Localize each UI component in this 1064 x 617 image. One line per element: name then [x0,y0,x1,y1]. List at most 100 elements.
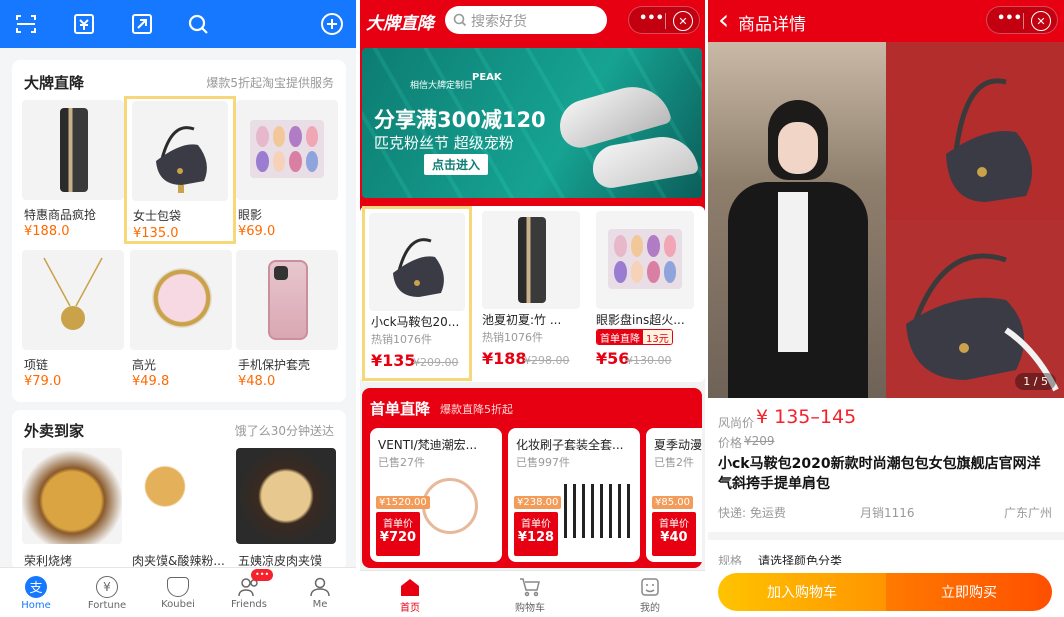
top-bar [0,0,356,48]
product-detail-screen: ‹ 商品详情 ••• ✕ 1 / 5 风尚价 ¥ 135–145 价格 ¥209… [708,0,1064,617]
coat-image [482,211,580,309]
product-price: ¥49.8 [132,374,170,389]
first-price-badge: 首单价 ¥40 [652,512,696,556]
price-range: ¥ 135–145 [756,406,857,428]
product-card[interactable]: 池夏初夏:竹 ... 热销1076件 ¥188 ¥298.00 [478,209,586,379]
banner-brand-text: 相信大牌定制日 [410,81,474,91]
noodles-image [22,448,122,544]
travel-icon[interactable] [128,10,156,38]
product-name: 手机保护套壳 [238,358,311,372]
action-bar: 加入购物车 立即购买 [708,565,1064,617]
search-icon[interactable] [184,10,212,38]
brand-deals-card: 大牌直降 爆款5折起淘宝提供服务 特惠商品疯抢 ¥188.0 女士包袋 ¥135… [12,60,346,402]
badge-price: ¥128 [517,530,555,545]
model-photo [708,42,886,398]
first-order-tag: 首单直降 13元 [596,329,673,345]
original-price: ¥85.00 [652,496,693,509]
detail-header: ‹ 商品详情 ••• ✕ [708,0,1064,42]
buy-now-button[interactable]: 立即购买 [886,573,1052,611]
product-tile[interactable]: 项链 ¥79.0 [22,250,124,389]
more-icon[interactable]: ••• [997,11,1022,26]
close-icon[interactable]: ✕ [1031,11,1051,31]
tag-value: 13元 [643,330,672,344]
badge-label: 首单价 [521,519,551,530]
tab-label: Koubei [161,598,195,610]
product-tile[interactable]: 特惠商品疯抢 ¥188.0 [22,100,124,239]
add-icon[interactable] [318,10,346,38]
banner-cta-button[interactable]: 点击进入 [424,154,489,175]
back-icon[interactable]: ‹ [718,2,729,38]
page-logo: 大牌直降 [366,14,434,34]
brand-deals-screen: 大牌直降 搜索好货 ••• ✕ 相信大牌定制日 PEAK 分享满300减120 … [360,0,705,617]
eyeshadow-image [236,100,338,200]
original-price: ¥1520.00 [376,496,430,509]
product-card[interactable]: 眼影盘ins超火... 首单直降 13元 ¥56 ¥130.00 [592,209,702,379]
product-price: ¥69.0 [238,224,276,239]
close-icon[interactable]: ✕ [673,11,693,31]
tab-label: Fortune [87,599,127,611]
product-card-highlighted[interactable]: 小ck马鞍包20... 热销1076件 ¥135 ¥209.00 [362,206,472,381]
section-subtitle: 爆款直降5折起 [440,403,513,416]
product-price: ¥56 [596,349,630,368]
restaurant-tile[interactable]: 肉夹馍&酸辣粉... [130,448,232,568]
sold-count: 热销1076件 [482,331,543,344]
promo-banner[interactable]: 相信大牌定制日 PEAK 分享满300减120 匹克粉丝节 超级宠粉 点击进入 [362,48,702,198]
original-price: ¥298.00 [524,354,570,367]
first-price-badge: 首单价 ¥128 [514,512,558,556]
tab-label: Home [21,599,51,611]
scan-icon[interactable] [12,10,40,38]
tab-cart[interactable]: 购物车 [502,573,558,617]
tab-label: Friends [231,598,267,610]
sold-count: 热销1076件 [371,333,432,346]
tab-label: Me [312,598,328,610]
original-price: ¥130.00 [626,354,672,367]
handbag-image [132,101,228,201]
pay-code-icon[interactable] [70,10,98,38]
deal-card[interactable]: VENTI/梵迪潮宏... 已售27件 ¥1520.00 首单价 ¥720 [370,428,502,562]
section-title: 大牌直降 [24,74,85,92]
product-name: 高光 [132,358,157,372]
sold-count: 已售997件 [516,456,570,469]
deal-card[interactable]: 化妆刷子套装全套... 已售997件 ¥238.00 首单价 ¥128 [508,428,640,562]
tab-mine[interactable]: 我的 [622,573,678,617]
original-price-label: 价格 [718,436,743,450]
original-price: ¥238.00 [514,496,562,509]
section-title: 外卖到家 [24,422,85,440]
tab-home[interactable]: 首页 [382,573,438,617]
ship-location: 广东广州 [1003,506,1052,520]
brush-set-image [564,484,634,538]
phone-case-image [236,250,338,350]
more-icon[interactable]: ••• [639,11,664,26]
product-tile[interactable]: 眼影 ¥69.0 [236,100,338,239]
product-tile[interactable]: 高光 ¥49.8 [130,250,232,389]
badge-price: ¥720 [379,530,417,545]
product-name: 项链 [24,358,49,372]
highlighter-image [130,250,232,350]
product-title: 小ck马鞍包2020新款时尚潮包包女包旗舰店官网洋气斜挎手提单肩包 [718,456,1041,492]
capsule-menu: ••• ✕ [986,6,1058,34]
product-tile[interactable]: 手机保护套壳 ¥48.0 [236,250,338,389]
food-delivery-card: 外卖到家 饿了么30分钟送达 荣利烧烤 肉夹馍&酸辣粉... 五姨凉皮肉夹馍 [12,410,346,570]
restaurant-tile[interactable]: 荣利烧烤 [22,448,124,568]
tab-fortune[interactable]: ¥ Fortune [81,568,133,617]
product-name: 眼影 [238,208,263,222]
product-tile-highlighted[interactable]: 女士包袋 ¥135.0 [124,96,236,244]
add-to-cart-button[interactable]: 加入购物车 [718,573,886,611]
bag-photo [886,220,1064,398]
tab-me[interactable]: Me [294,568,346,617]
tab-friends[interactable]: ••• Friends [223,568,275,617]
product-name: 小ck马鞍包20... [371,315,460,329]
handbag-image [369,213,465,311]
capsule-menu: ••• ✕ [628,6,700,34]
tab-home[interactable]: 支 Home [10,568,62,617]
deal-card[interactable]: 夏季动漫 已售2件 ¥85.00 首单价 ¥40 [646,428,702,562]
cold-noodles-image [236,448,336,544]
home-icon [401,578,419,596]
search-input[interactable]: 搜索好货 [445,6,607,34]
tab-koubei[interactable]: Koubei [152,568,204,617]
restaurant-tile[interactable]: 五姨凉皮肉夹馍 [236,448,338,568]
product-price: ¥135.0 [133,226,179,241]
tab-label: 我的 [640,602,660,614]
bottom-tab-bar: 支 Home ¥ Fortune Koubei ••• Friends Me [0,567,356,617]
product-image-gallery[interactable]: 1 / 5 [708,42,1064,398]
